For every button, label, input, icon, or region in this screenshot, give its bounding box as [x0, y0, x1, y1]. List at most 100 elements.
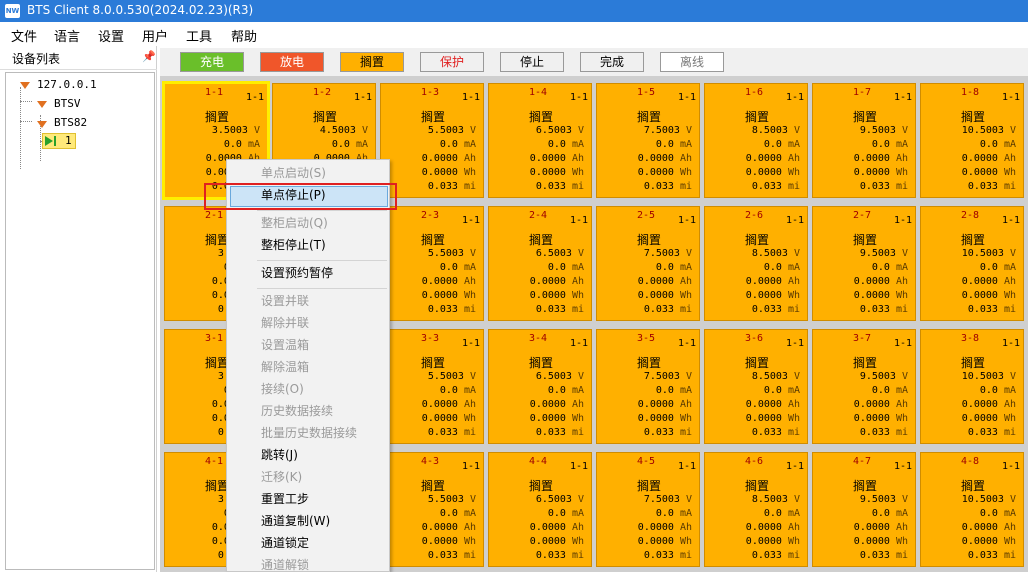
context-menu-item[interactable]: 设置预约暂停 [261, 263, 333, 283]
legend-offline[interactable]: 离线 [660, 52, 724, 72]
channel-cell[interactable]: 1-8 1-1 搁置 10.5003 V 0.0 mA 0.0000 Ah 0.0000 W… [920, 83, 1024, 198]
expand-icon[interactable] [20, 82, 30, 89]
channel-capacity: 0.0000 Ah [813, 153, 908, 164]
channel-status: 搁置 [312, 110, 337, 124]
menu-settings[interactable]: 设置 [98, 26, 124, 45]
capacity-unit: Ah [679, 399, 692, 410]
time-value: 0.033 [427, 304, 458, 315]
expand-icon[interactable] [37, 121, 47, 128]
legend-complete[interactable]: 完成 [580, 52, 644, 72]
channel-time: 0.033 mi [813, 181, 908, 192]
channel-cell[interactable]: 2-3 1-1 搁置 5.5003 V 0.0 mA 0.0000 Ah 0.0000 Wh… [380, 206, 484, 321]
legend-charge[interactable]: 充电 [180, 52, 244, 72]
legend-stop[interactable]: 停止 [500, 52, 564, 72]
channel-status: 搁置 [636, 110, 661, 124]
channel-energy: 0.0000 Wh [489, 290, 584, 301]
energy-value: 0.0000 [637, 290, 674, 301]
voltage-unit: V [1009, 494, 1016, 505]
channel-id: 1-6 [745, 87, 764, 98]
channel-time: 0.033 mi [597, 427, 692, 438]
current-unit: mA [1003, 262, 1016, 273]
tree-node-host[interactable]: 127.0.0.1 [37, 77, 97, 93]
menu-tools[interactable]: 工具 [186, 26, 212, 45]
tree-node-btsv[interactable]: BTSV [54, 96, 81, 112]
channel-cell[interactable]: 4-4 1-1 搁置 6.5003 V 0.0 mA 0.0000 Ah 0.0000 Wh… [488, 452, 592, 567]
legend-protect[interactable]: 保护 [420, 52, 484, 72]
context-menu-item[interactable]: 通道锁定 [261, 533, 309, 553]
device-list-header: 设备列表 📌 [0, 46, 157, 70]
channel-cell[interactable]: 1-5 1-1 搁置 7.5003 V 0.0 mA 0.0000 Ah 0.0000 Wh… [596, 83, 700, 198]
channel-cell[interactable]: 2-7 1-1 搁置 9.5003 V 0.0 mA 0.0000 Ah 0.0000 Wh… [812, 206, 916, 321]
menu-language[interactable]: 语言 [54, 26, 80, 45]
tree-node-bts82[interactable]: BTS82 [54, 115, 87, 131]
channel-cell[interactable]: 4-5 1-1 搁置 7.5003 V 0.0 mA 0.0000 Ah 0.0000 Wh… [596, 452, 700, 567]
energy-value: 0.0000 [637, 413, 674, 424]
context-menu-item[interactable]: 通道复制(W) [261, 511, 330, 531]
energy-value: 0.0000 [529, 290, 566, 301]
channel-cell[interactable]: 1-6 1-1 搁置 8.5003 V 0.0 mA 0.0000 Ah 0.0000 Wh… [704, 83, 808, 198]
highlight-annotation-box [204, 183, 397, 210]
channel-cell[interactable]: 3-4 1-1 搁置 6.5003 V 0.0 mA 0.0000 Ah 0.0000 Wh… [488, 329, 592, 444]
channel-time: 0.033 mi [489, 304, 584, 315]
channel-cell[interactable]: 2-5 1-1 搁置 7.5003 V 0.0 mA 0.0000 Ah 0.0000 Wh… [596, 206, 700, 321]
voltage-value: 3.5003 [211, 125, 248, 136]
channel-cell[interactable]: 3-7 1-1 搁置 9.5003 V 0.0 mA 0.0000 Ah 0.0000 Wh… [812, 329, 916, 444]
channel-cell[interactable]: 2-4 1-1 搁置 6.5003 V 0.0 mA 0.0000 Ah 0.0000 Wh… [488, 206, 592, 321]
device-tree[interactable]: 127.0.0.1 BTSV BTS82 [5, 72, 155, 570]
channel-badge: 1-1 [785, 92, 804, 103]
menu-file[interactable]: 文件 [11, 26, 37, 45]
time-unit: mi [895, 427, 908, 438]
channel-voltage: 9.5003 V [813, 371, 908, 382]
channel-id: 2-4 [529, 210, 548, 221]
energy-value: 0.0000 [853, 536, 890, 547]
capacity-value: 0.0000 [529, 399, 566, 410]
channel-cell[interactable]: 3-8 1-1 搁置 10.5003 V 0.0 mA 0.0000 Ah 0.0000 W… [920, 329, 1024, 444]
pin-icon[interactable]: 📌 [142, 50, 156, 63]
channel-cell[interactable]: 4-3 1-1 搁置 5.5003 V 0.0 mA 0.0000 Ah 0.0000 Wh… [380, 452, 484, 567]
channel-cell[interactable]: 1-4 1-1 搁置 6.5003 V 0.0 mA 0.0000 Ah 0.0000 Wh… [488, 83, 592, 198]
current-value: 0.0 [979, 262, 998, 273]
energy-unit: Wh [787, 413, 800, 424]
channel-cell[interactable]: 4-7 1-1 搁置 9.5003 V 0.0 mA 0.0000 Ah 0.0000 Wh… [812, 452, 916, 567]
channel-cell[interactable]: 2-8 1-1 搁置 10.5003 V 0.0 mA 0.0000 Ah 0.0000 W… [920, 206, 1024, 321]
time-unit: mi [787, 550, 800, 561]
channel-current: 0.0 mA [921, 508, 1016, 519]
channel-current: 0.0 mA [921, 385, 1016, 396]
energy-unit: Wh [787, 536, 800, 547]
expand-icon[interactable] [37, 101, 47, 108]
channel-cell[interactable]: 3-3 1-1 搁置 5.5003 V 0.0 mA 0.0000 Ah 0.0000 Wh… [380, 329, 484, 444]
channel-capacity: 0.0000 Ah [489, 522, 584, 533]
channel-cell[interactable]: 3-5 1-1 搁置 7.5003 V 0.0 mA 0.0000 Ah 0.0000 Wh… [596, 329, 700, 444]
channel-cell[interactable]: 1-7 1-1 搁置 9.5003 V 0.0 mA 0.0000 Ah 0.0000 Wh… [812, 83, 916, 198]
menu-user[interactable]: 用户 [142, 26, 168, 45]
channel-cell[interactable]: 1-3 1-1 搁置 5.5003 V 0.0 mA 0.0000 Ah 0.0000 Wh… [380, 83, 484, 198]
channel-capacity: 0.0000 Ah [921, 276, 1016, 287]
voltage-value: 7.5003 [643, 371, 680, 382]
channel-capacity: 0.0000 Ah [381, 153, 476, 164]
legend-rest[interactable]: 搁置 [340, 52, 404, 72]
context-menu-item[interactable]: 跳转(J) [261, 445, 298, 465]
legend-discharge[interactable]: 放电 [260, 52, 324, 72]
time-unit: mi [679, 304, 692, 315]
energy-value: 0.0000 [745, 290, 782, 301]
channel-id: 3-1 [205, 333, 224, 344]
current-value: 0.0 [655, 508, 674, 519]
channel-cell[interactable]: 4-8 1-1 搁置 10.5003 V 0.0 mA 0.0000 Ah 0.0000 W… [920, 452, 1024, 567]
channel-cell[interactable]: 3-6 1-1 搁置 8.5003 V 0.0 mA 0.0000 Ah 0.0000 Wh… [704, 329, 808, 444]
channel-energy: 0.0000 Wh [705, 536, 800, 547]
context-menu-item[interactable]: 重置工步 [261, 489, 309, 509]
channel-energy: 0.0000 Wh [921, 413, 1016, 424]
tree-node-channel[interactable]: 1 [42, 133, 76, 149]
time-value: 0.033 [427, 550, 458, 561]
channel-time: 0.033 mi [597, 550, 692, 561]
channel-badge: 1-1 [245, 92, 264, 103]
capacity-unit: Ah [895, 153, 908, 164]
current-value: 0.0 [439, 262, 458, 273]
channel-energy: 0.0000 Wh [813, 167, 908, 178]
channel-cell[interactable]: 2-6 1-1 搁置 8.5003 V 0.0 mA 0.0000 Ah 0.0000 Wh… [704, 206, 808, 321]
menu-help[interactable]: 帮助 [231, 26, 257, 45]
context-menu-item[interactable]: 整柜停止(T) [261, 235, 326, 255]
channel-time: 0.033 mi [705, 427, 800, 438]
channel-cell[interactable]: 4-6 1-1 搁置 8.5003 V 0.0 mA 0.0000 Ah 0.0000 Wh… [704, 452, 808, 567]
voltage-unit: V [901, 248, 908, 259]
